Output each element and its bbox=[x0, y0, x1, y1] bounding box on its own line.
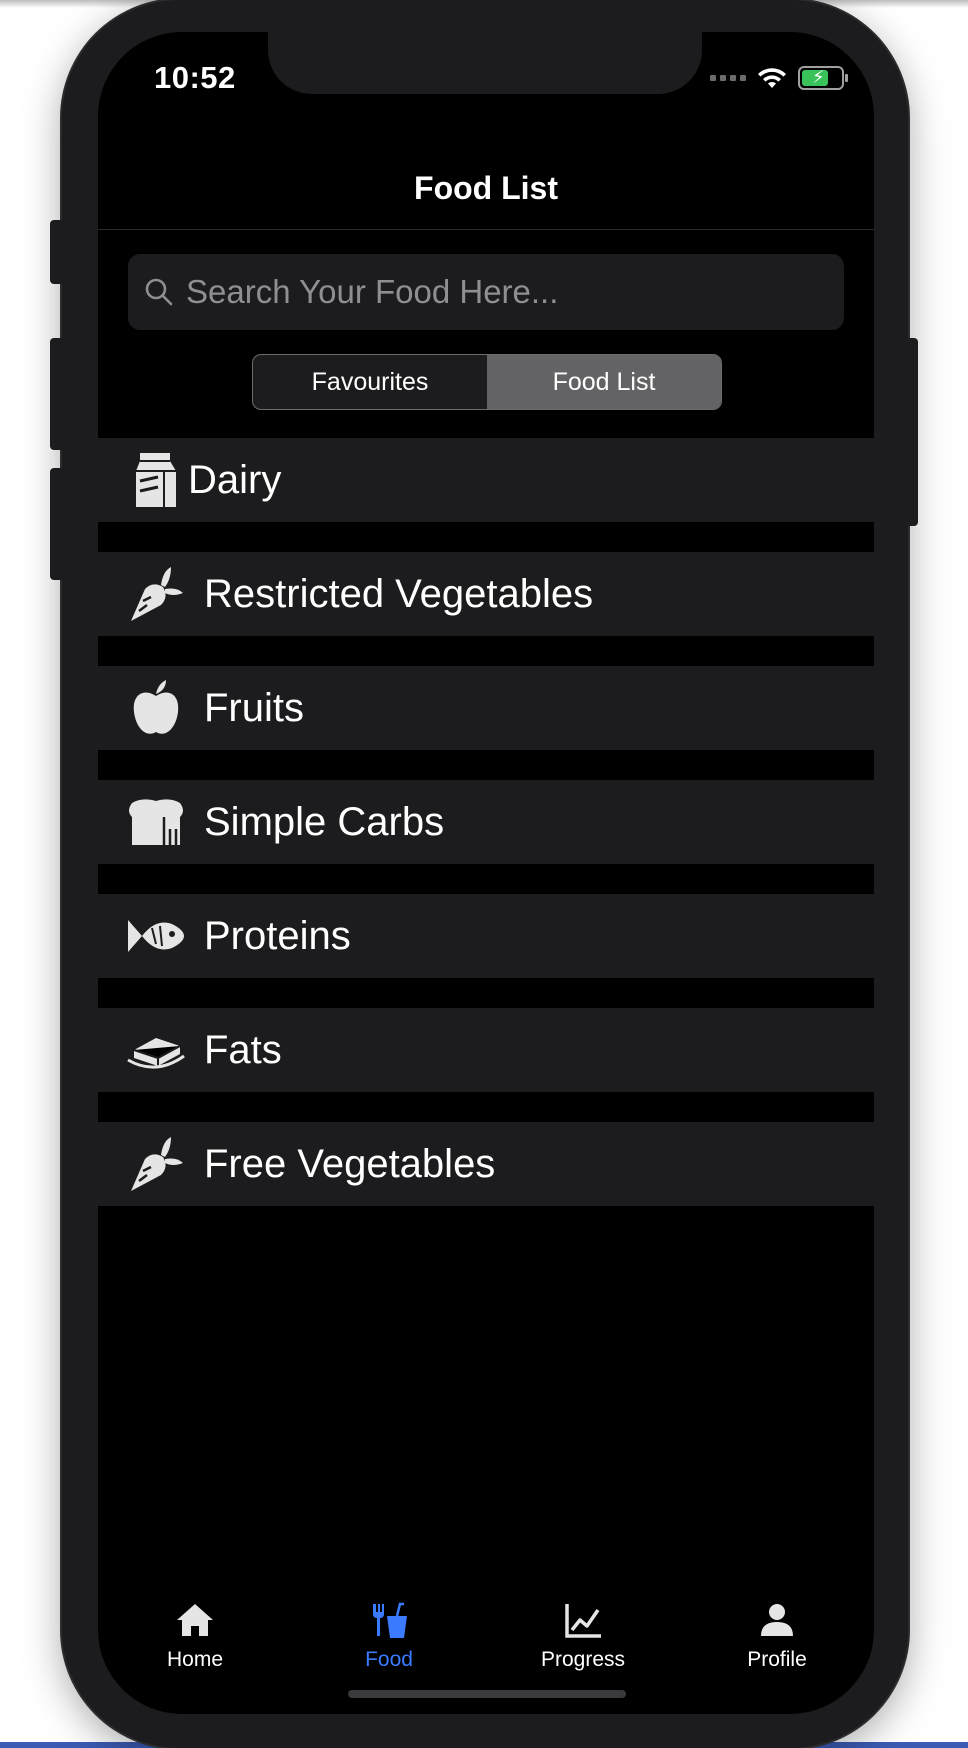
butter-icon bbox=[126, 1020, 186, 1080]
milk-carton-icon bbox=[126, 450, 186, 510]
category-label: Free Vegetables bbox=[204, 1141, 496, 1186]
tab-profile[interactable]: Profile bbox=[680, 1588, 874, 1698]
app-screen: 10:52 ⚡ Food List Favourites Food List bbox=[98, 32, 874, 1714]
volume-up-button bbox=[50, 338, 64, 450]
tab-label: Profile bbox=[747, 1648, 807, 1671]
nav-divider bbox=[98, 229, 874, 230]
carrot-icon bbox=[126, 1134, 186, 1194]
notch bbox=[268, 32, 702, 94]
tab-bar: Home Food Progress Profile bbox=[98, 1588, 874, 1698]
search-bar[interactable] bbox=[128, 254, 844, 330]
status-icons: ⚡ bbox=[710, 66, 848, 90]
category-label: Proteins bbox=[204, 913, 351, 958]
home-icon bbox=[177, 1604, 213, 1636]
category-row-restricted-vegetables[interactable]: Restricted Vegetables bbox=[98, 552, 874, 636]
category-row-simple-carbs[interactable]: Simple Carbs bbox=[98, 780, 874, 864]
segment-favourites[interactable]: Favourites bbox=[253, 355, 487, 409]
wifi-icon bbox=[758, 68, 786, 88]
category-row-free-vegetables[interactable]: Free Vegetables bbox=[98, 1122, 874, 1206]
cellular-signal-icon bbox=[710, 75, 746, 81]
category-label: Restricted Vegetables bbox=[204, 571, 594, 616]
status-time: 10:52 bbox=[154, 60, 236, 95]
tab-label: Progress bbox=[540, 1648, 626, 1671]
tab-food[interactable]: Food bbox=[292, 1588, 486, 1698]
search-input[interactable] bbox=[184, 272, 828, 312]
chart-line-icon bbox=[565, 1604, 601, 1638]
mute-switch bbox=[50, 220, 64, 284]
apple-icon bbox=[126, 678, 186, 738]
user-icon bbox=[761, 1604, 793, 1636]
volume-down-button bbox=[50, 468, 64, 580]
tab-home[interactable]: Home bbox=[98, 1588, 292, 1698]
segmented-control: Favourites Food List bbox=[252, 354, 722, 410]
category-label: Dairy bbox=[188, 457, 282, 502]
category-row-fats[interactable]: Fats bbox=[98, 1008, 874, 1092]
category-row-fruits[interactable]: Fruits bbox=[98, 666, 874, 750]
category-row-proteins[interactable]: Proteins bbox=[98, 894, 874, 978]
battery-icon: ⚡ bbox=[798, 66, 848, 90]
food-category-list: Dairy Restricted Vegetables Fruits Simpl… bbox=[98, 438, 874, 1236]
segment-food-list[interactable]: Food List bbox=[487, 355, 721, 409]
fish-icon bbox=[126, 906, 186, 966]
power-button bbox=[906, 338, 918, 526]
page-title: Food List bbox=[414, 170, 558, 206]
category-row-dairy[interactable]: Dairy bbox=[98, 438, 874, 522]
category-label: Simple Carbs bbox=[204, 799, 445, 844]
category-label: Fruits bbox=[204, 685, 304, 730]
tab-label: Food bbox=[365, 1648, 413, 1671]
tab-progress[interactable]: Progress bbox=[486, 1588, 680, 1698]
utensils-drink-icon bbox=[373, 1602, 407, 1638]
search-icon bbox=[145, 278, 173, 306]
carrot-icon bbox=[126, 564, 186, 624]
bread-icon bbox=[126, 792, 186, 852]
category-label: Fats bbox=[204, 1027, 282, 1072]
home-indicator[interactable] bbox=[348, 1690, 626, 1698]
tab-label: Home bbox=[166, 1648, 224, 1671]
